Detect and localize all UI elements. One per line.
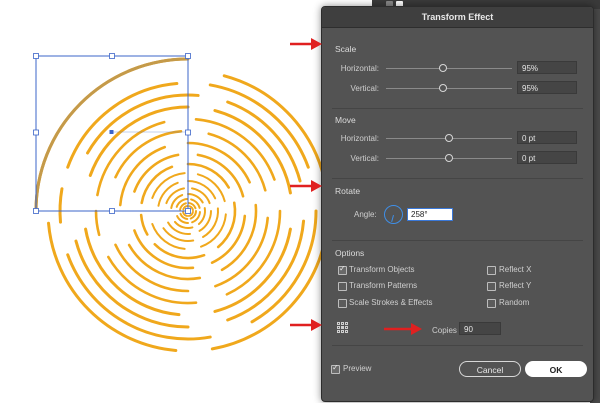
- reflect-y-checkbox[interactable]: [487, 282, 496, 291]
- move-vertical-input[interactable]: 0 pt: [517, 151, 577, 164]
- selection-handle[interactable]: [185, 208, 191, 214]
- spiral-arc: [186, 162, 231, 189]
- move-vertical-label: Vertical:: [350, 154, 379, 163]
- selection-handle[interactable]: [33, 129, 39, 136]
- copies-label: Copies: [432, 326, 457, 335]
- scale-strokes-label: Scale Strokes & Effects: [349, 298, 433, 307]
- scale-section-title: Scale: [335, 44, 357, 54]
- scale-horizontal-slider-track[interactable]: [386, 68, 512, 69]
- section-divider: [332, 345, 583, 346]
- options-section-title: Options: [335, 248, 365, 258]
- scale-vertical-label: Vertical:: [350, 84, 379, 93]
- checkbox-check-icon: ✓: [339, 264, 346, 273]
- spiral-arc: [47, 221, 178, 352]
- scale-strokes-checkbox[interactable]: [338, 299, 347, 308]
- random-checkbox[interactable]: [487, 299, 496, 308]
- transform-effect-dialog: Transform Effect Scale Horizontal: 95% V…: [321, 6, 594, 402]
- scale-annotation-arrow: [290, 38, 322, 50]
- checkbox-check-icon: ✓: [332, 363, 339, 372]
- rotate-annotation-arrow: [290, 180, 322, 192]
- move-section-title: Move: [335, 115, 356, 125]
- transform-objects-checkbox[interactable]: ✓: [338, 264, 347, 275]
- section-divider: [332, 240, 583, 241]
- spiral-arc: [216, 201, 237, 249]
- move-vertical-slider-thumb[interactable]: [445, 154, 453, 162]
- section-divider: [332, 108, 583, 109]
- angle-dial-icon[interactable]: [384, 205, 403, 224]
- spiral-arc: [187, 180, 217, 200]
- reflect-x-checkbox[interactable]: [487, 266, 496, 275]
- spiral-arc: [139, 213, 149, 236]
- scale-vertical-slider-thumb[interactable]: [438, 84, 447, 92]
- preview-label: Preview: [343, 364, 372, 373]
- transform-objects-label: Transform Objects: [349, 265, 415, 274]
- reflect-x-label: Reflect X: [499, 265, 532, 274]
- center-point: [109, 130, 114, 134]
- spiral-arc: [66, 81, 179, 169]
- transform-patterns-checkbox[interactable]: [338, 282, 347, 291]
- scale-vertical-slider-track[interactable]: [386, 88, 512, 89]
- move-horizontal-slider-thumb[interactable]: [445, 134, 453, 142]
- spiral-arc: [153, 242, 206, 260]
- selection-handle[interactable]: [109, 208, 115, 214]
- move-horizontal-label: Horizontal:: [340, 134, 379, 143]
- spiral-arc: [58, 187, 64, 224]
- selection-handle[interactable]: [33, 53, 39, 59]
- rotate-section-title: Rotate: [335, 186, 361, 196]
- section-divider: [332, 178, 583, 179]
- spiral-arc: [194, 118, 276, 181]
- ok-button[interactable]: OK: [525, 361, 587, 377]
- scale-horizontal-label: Horizontal:: [340, 64, 379, 73]
- angle-input[interactable]: 258°: [407, 208, 453, 221]
- scale-horizontal-input[interactable]: 95%: [517, 61, 577, 74]
- spiral-arc: [96, 120, 166, 197]
- reference-point-icon[interactable]: [337, 322, 349, 334]
- angle-label: Angle:: [354, 210, 377, 219]
- selection-handle[interactable]: [185, 53, 191, 59]
- dialog-title: Transform Effect: [322, 7, 593, 28]
- spiral-arc: [225, 209, 282, 296]
- transform-patterns-label: Transform Patterns: [349, 281, 418, 290]
- selection-handle[interactable]: [185, 129, 191, 136]
- reference-point-annotation-arrow: [290, 319, 322, 331]
- spiral-arc: [94, 209, 101, 237]
- selection-handle[interactable]: [33, 208, 39, 214]
- selection-handle[interactable]: [109, 53, 115, 59]
- preview-checkbox[interactable]: ✓: [331, 363, 340, 374]
- copies-input[interactable]: 90: [459, 322, 501, 335]
- reflect-y-label: Reflect Y: [499, 281, 532, 290]
- copies-annotation-arrow: [384, 323, 422, 335]
- random-label: Random: [499, 298, 530, 307]
- move-horizontal-input[interactable]: 0 pt: [517, 131, 577, 144]
- cancel-button[interactable]: Cancel: [459, 361, 521, 377]
- spiral-artwork[interactable]: [34, 57, 329, 352]
- scale-vertical-input[interactable]: 95%: [517, 81, 577, 94]
- spiral-arc: [157, 181, 179, 207]
- scale-horizontal-slider-thumb[interactable]: [438, 64, 447, 72]
